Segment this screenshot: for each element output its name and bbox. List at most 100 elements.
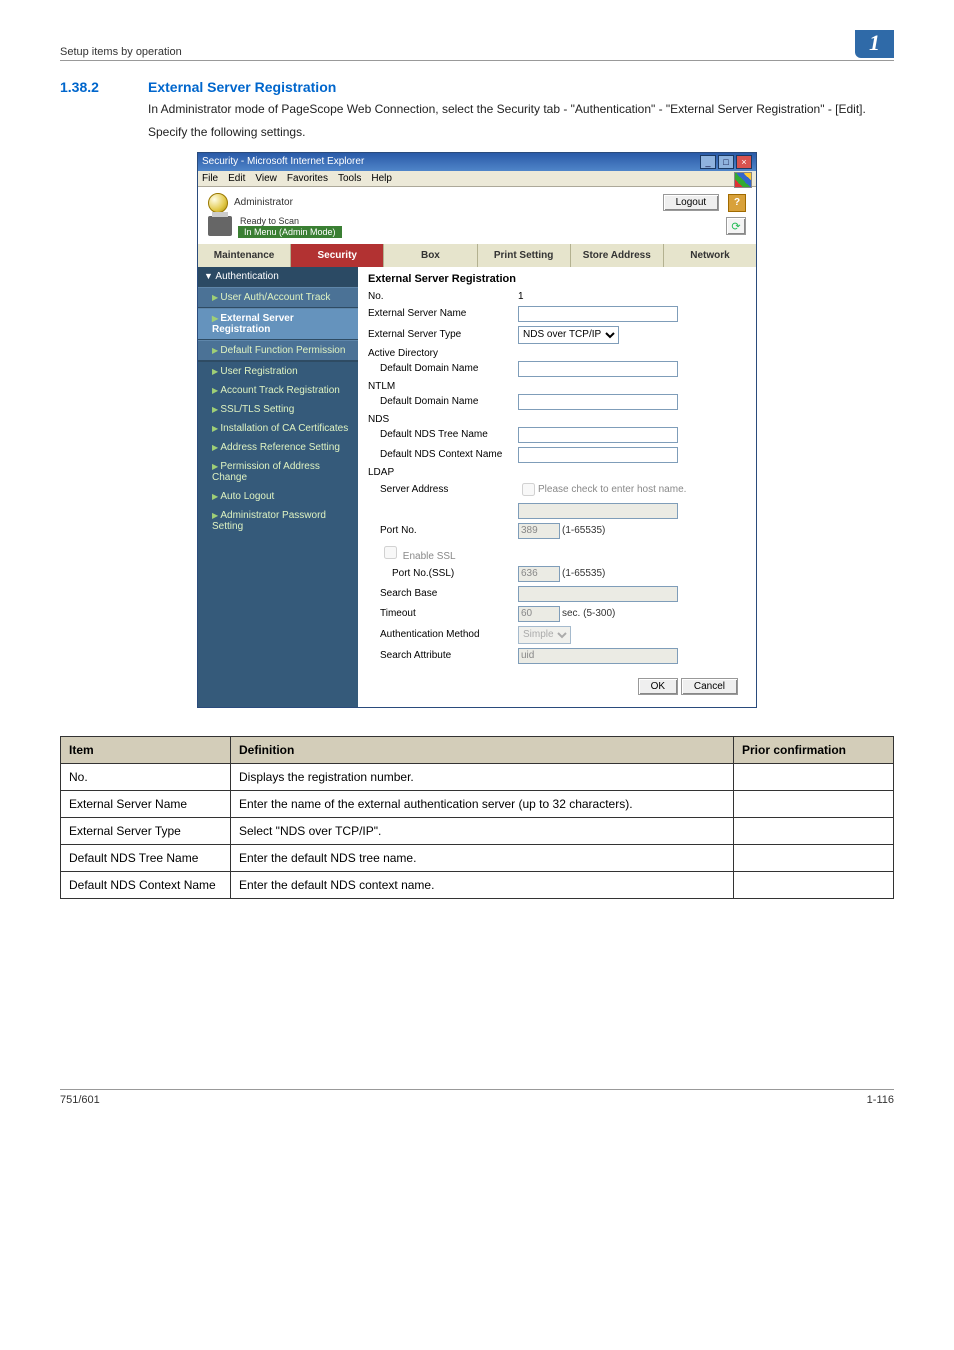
nds-ctx-label: Default NDS Context Name	[368, 449, 518, 460]
menu-file[interactable]: File	[202, 173, 218, 184]
cell-prior	[734, 871, 894, 898]
ldap-header: LDAP	[368, 465, 746, 478]
menu-view[interactable]: View	[255, 173, 277, 184]
ad-domain-input[interactable]	[518, 361, 678, 377]
section-number: 1.38.2	[60, 79, 120, 95]
status-mode: In Menu (Admin Mode)	[238, 226, 342, 238]
definition-table: Item Definition Prior confirmation No. D…	[60, 736, 894, 899]
ext-type-label: External Server Type	[368, 329, 518, 340]
main-panel: External Server Registration No. 1 Exter…	[358, 267, 756, 707]
timeout-input	[518, 606, 560, 622]
auth-method-label: Authentication Method	[368, 629, 518, 640]
sidebar-item-external-server[interactable]: External Server Registration	[198, 308, 358, 340]
table-row: External Server Name Enter the name of t…	[61, 790, 894, 817]
ntlm-domain-label: Default Domain Name	[368, 396, 518, 407]
ext-type-select[interactable]: NDS over TCP/IP	[518, 326, 619, 344]
cell-def: Displays the registration number.	[231, 763, 734, 790]
status-ready: Ready to Scan	[238, 215, 342, 226]
ie-title: Security - Microsoft Internet Explorer	[202, 156, 364, 167]
sidebar-item-user-auth[interactable]: User Auth/Account Track	[198, 287, 358, 308]
cancel-button[interactable]: Cancel	[681, 678, 738, 695]
sidebar-item-user-registration[interactable]: User Registration	[198, 362, 358, 381]
footer-left: 751/601	[60, 1094, 100, 1106]
port-ssl-input	[518, 566, 560, 582]
nds-tree-input[interactable]	[518, 427, 678, 443]
main-tabs: Maintenance Security Box Print Setting S…	[198, 244, 756, 267]
tab-print-setting[interactable]: Print Setting	[478, 244, 571, 267]
search-base-label: Search Base	[368, 588, 518, 599]
cell-item: No.	[61, 763, 231, 790]
sidebar-item-ca-certificates[interactable]: Installation of CA Certificates	[198, 419, 358, 438]
sidebar-item-auto-logout[interactable]: Auto Logout	[198, 487, 358, 506]
timeout-unit: sec. (5-300)	[562, 608, 615, 619]
sidebar-header-authentication[interactable]: Authentication	[198, 267, 358, 286]
cell-def: Enter the default NDS context name.	[231, 871, 734, 898]
no-label: No.	[368, 291, 518, 302]
ext-name-input[interactable]	[518, 306, 678, 322]
ntlm-header: NTLM	[368, 379, 746, 392]
th-item: Item	[61, 736, 231, 763]
search-attr-input	[518, 648, 678, 664]
sidebar-item-permission-address[interactable]: Permission of Address Change	[198, 457, 358, 487]
footer-right: 1-116	[867, 1094, 894, 1106]
menu-tools[interactable]: Tools	[338, 173, 361, 184]
port-input	[518, 523, 560, 539]
tab-store-address[interactable]: Store Address	[571, 244, 664, 267]
intro-paragraph-1: In Administrator mode of PageScope Web C…	[148, 101, 894, 117]
nds-tree-label: Default NDS Tree Name	[368, 429, 518, 440]
no-value: 1	[518, 291, 524, 302]
th-definition: Definition	[231, 736, 734, 763]
sidebar-item-admin-password[interactable]: Administrator Password Setting	[198, 506, 358, 536]
port-ssl-range: (1-65535)	[562, 568, 605, 579]
close-icon[interactable]: ×	[736, 155, 752, 169]
role-label: Administrator	[234, 197, 293, 208]
maximize-icon[interactable]: □	[718, 155, 734, 169]
refresh-button[interactable]: ⟳	[726, 217, 746, 235]
sidebar-item-default-function[interactable]: Default Function Permission	[198, 340, 358, 361]
form-heading: External Server Registration	[368, 273, 746, 285]
sidebar-item-address-reference[interactable]: Address Reference Setting	[198, 438, 358, 457]
menu-help[interactable]: Help	[371, 173, 392, 184]
minimize-icon[interactable]: _	[700, 155, 716, 169]
ntlm-domain-input[interactable]	[518, 394, 678, 410]
ie-logo-icon	[734, 172, 752, 188]
cell-prior	[734, 790, 894, 817]
cell-item: Default NDS Tree Name	[61, 844, 231, 871]
ok-button[interactable]: OK	[638, 678, 678, 695]
nds-ctx-input[interactable]	[518, 447, 678, 463]
ie-menubar: File Edit View Favorites Tools Help	[198, 171, 756, 187]
sidebar-item-account-track[interactable]: Account Track Registration	[198, 381, 358, 400]
ad-header: Active Directory	[368, 346, 746, 359]
timeout-label: Timeout	[368, 608, 518, 619]
intro-paragraph-2: Specify the following settings.	[148, 124, 894, 140]
tab-security[interactable]: Security	[291, 244, 384, 267]
hostname-chk-label: Please check to enter host name.	[538, 484, 686, 495]
tab-network[interactable]: Network	[664, 244, 756, 267]
menu-edit[interactable]: Edit	[228, 173, 245, 184]
ie-titlebar: Security - Microsoft Internet Explorer _…	[198, 153, 756, 171]
tab-maintenance[interactable]: Maintenance	[198, 244, 291, 267]
port-range: (1-65535)	[562, 525, 605, 536]
logout-button[interactable]: Logout	[663, 194, 720, 211]
table-row: No. Displays the registration number.	[61, 763, 894, 790]
help-icon[interactable]: ?	[728, 194, 746, 212]
server-addr-label: Server Address	[368, 484, 518, 495]
server-addr-input	[518, 503, 678, 519]
cell-prior	[734, 763, 894, 790]
globe-icon	[208, 193, 228, 213]
enable-ssl-label: Enable SSL	[403, 551, 456, 562]
section-title: External Server Registration	[148, 79, 336, 95]
printer-icon	[208, 216, 232, 236]
cell-def: Enter the default NDS tree name.	[231, 844, 734, 871]
menu-favorites[interactable]: Favorites	[287, 173, 328, 184]
ad-domain-label: Default Domain Name	[368, 363, 518, 374]
chapter-number-box: 1	[855, 30, 894, 58]
tab-box[interactable]: Box	[384, 244, 477, 267]
cell-def: Enter the name of the external authentic…	[231, 790, 734, 817]
enable-ssl-checkbox	[384, 546, 397, 559]
auth-method-select: Simple	[518, 626, 571, 644]
cell-item: External Server Type	[61, 817, 231, 844]
search-attr-label: Search Attribute	[368, 650, 518, 661]
cell-item: Default NDS Context Name	[61, 871, 231, 898]
sidebar-item-ssl-tls[interactable]: SSL/TLS Setting	[198, 400, 358, 419]
